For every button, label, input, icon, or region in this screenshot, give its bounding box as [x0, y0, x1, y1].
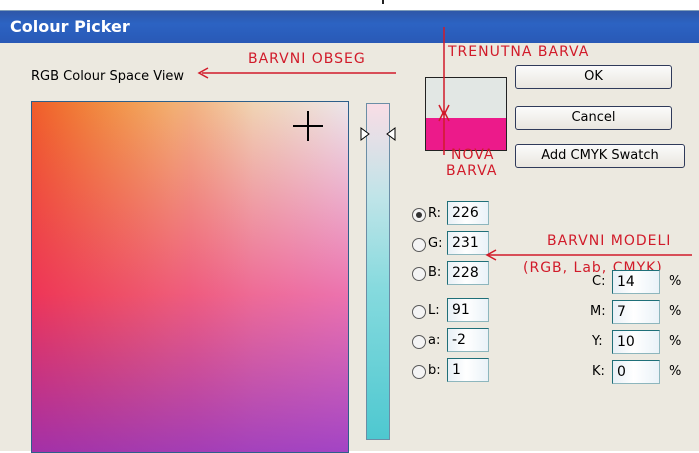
- field-y[interactable]: 10: [612, 330, 660, 354]
- field-g[interactable]: 231: [447, 231, 489, 255]
- space-view-label: RGB Colour Space View: [31, 69, 185, 84]
- value-lab-b: 1: [452, 362, 461, 378]
- label-c: C:: [592, 274, 606, 289]
- top-marker: [382, 0, 384, 4]
- radio-icon-l[interactable]: [412, 305, 426, 319]
- radio-icon-lab-b[interactable]: [412, 365, 426, 379]
- title-bar: Colour Picker: [0, 11, 699, 43]
- label-a: a:: [428, 333, 441, 348]
- annotation-range: BARVNI OBSEG: [248, 51, 366, 67]
- current-arrow: [438, 27, 450, 117]
- value-c: 14: [617, 274, 635, 290]
- label-b: B:: [428, 265, 442, 280]
- crosshair-v: [307, 111, 309, 141]
- unit-m: %: [669, 304, 682, 319]
- value-l: 91: [452, 302, 470, 318]
- field-a[interactable]: -2: [447, 328, 489, 352]
- colour-field[interactable]: [31, 101, 349, 453]
- label-m: M:: [590, 304, 606, 319]
- radio-icon-g[interactable]: [412, 238, 426, 252]
- value-b: 228: [452, 265, 479, 281]
- value-a: -2: [452, 332, 466, 348]
- annotation-current: TRENUTNA BARVA: [448, 44, 590, 60]
- annotation-new-2: BARVA: [446, 163, 498, 179]
- add-cmyk-swatch-button[interactable]: Add CMYK Swatch: [515, 144, 685, 168]
- radio-icon-r[interactable]: [412, 208, 426, 222]
- value-y: 10: [617, 334, 635, 350]
- annotation-models-1: BARVNI MODELI: [547, 233, 672, 249]
- unit-c: %: [669, 274, 682, 289]
- field-m[interactable]: 7: [612, 300, 660, 324]
- radio-selected-dot: [416, 212, 422, 218]
- field-k[interactable]: 0: [612, 360, 660, 384]
- label-g: G:: [428, 236, 443, 251]
- value-g: 231: [452, 235, 479, 251]
- unit-y: %: [669, 334, 682, 349]
- unit-k: %: [669, 364, 682, 379]
- label-y: Y:: [592, 334, 603, 349]
- label-lab-b: b:: [428, 363, 441, 378]
- window-title: Colour Picker: [10, 17, 130, 36]
- field-l[interactable]: 91: [447, 298, 489, 322]
- field-lab-b[interactable]: 1: [447, 358, 489, 382]
- annotation-new-1: NOVA: [451, 147, 495, 163]
- colour-field-magenta-wash: [32, 102, 348, 452]
- ok-button[interactable]: OK: [515, 65, 672, 89]
- value-m: 7: [617, 304, 626, 320]
- radio-icon-a[interactable]: [412, 335, 426, 349]
- new-arrow: [438, 111, 450, 155]
- triangle-left-icon[interactable]: [386, 127, 396, 141]
- range-arrow: [197, 67, 396, 79]
- value-k: 0: [617, 364, 626, 380]
- field-b[interactable]: 228: [447, 261, 489, 285]
- label-l: L:: [428, 303, 440, 318]
- cancel-button[interactable]: Cancel: [515, 106, 672, 130]
- colour-picker-dialog: Colour Picker RGB Colour Space View BARV…: [0, 10, 699, 453]
- value-r: 226: [452, 205, 479, 221]
- label-r: R:: [428, 206, 442, 221]
- crosshair-icon[interactable]: [293, 111, 323, 141]
- label-k: K:: [592, 364, 605, 379]
- field-r[interactable]: 226: [447, 201, 489, 225]
- triangle-right-icon[interactable]: [360, 127, 370, 141]
- field-c[interactable]: 14: [612, 270, 660, 294]
- radio-icon-b[interactable]: [412, 267, 426, 281]
- hue-slider[interactable]: [366, 103, 390, 440]
